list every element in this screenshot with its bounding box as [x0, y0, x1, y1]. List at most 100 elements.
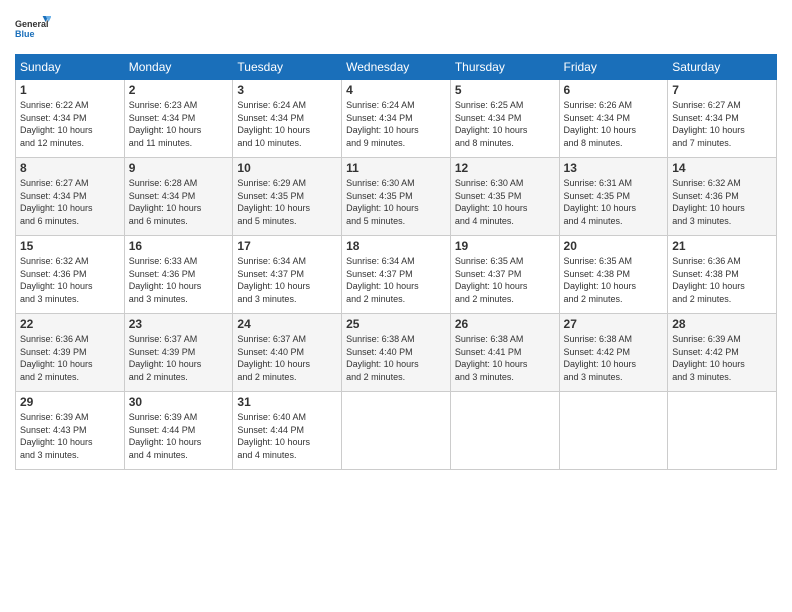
weekday-sunday: Sunday — [16, 55, 125, 80]
day-info: Sunrise: 6:35 AM Sunset: 4:38 PM Dayligh… — [564, 255, 664, 305]
day-cell: 18 Sunrise: 6:34 AM Sunset: 4:37 PM Dayl… — [342, 236, 451, 314]
day-number: 27 — [564, 317, 664, 331]
day-number: 8 — [20, 161, 120, 175]
day-cell: 31 Sunrise: 6:40 AM Sunset: 4:44 PM Dayl… — [233, 392, 342, 470]
week-row-1: 1 Sunrise: 6:22 AM Sunset: 4:34 PM Dayli… — [16, 80, 777, 158]
day-cell: 1 Sunrise: 6:22 AM Sunset: 4:34 PM Dayli… — [16, 80, 125, 158]
day-cell: 22 Sunrise: 6:36 AM Sunset: 4:39 PM Dayl… — [16, 314, 125, 392]
day-number: 12 — [455, 161, 555, 175]
day-cell: 2 Sunrise: 6:23 AM Sunset: 4:34 PM Dayli… — [124, 80, 233, 158]
day-cell: 28 Sunrise: 6:39 AM Sunset: 4:42 PM Dayl… — [668, 314, 777, 392]
day-number: 11 — [346, 161, 446, 175]
logo: General Blue — [15, 10, 51, 46]
day-number: 17 — [237, 239, 337, 253]
weekday-header: SundayMondayTuesdayWednesdayThursdayFrid… — [16, 55, 777, 80]
day-number: 4 — [346, 83, 446, 97]
day-info: Sunrise: 6:36 AM Sunset: 4:39 PM Dayligh… — [20, 333, 120, 383]
day-info: Sunrise: 6:37 AM Sunset: 4:39 PM Dayligh… — [129, 333, 229, 383]
day-number: 7 — [672, 83, 772, 97]
weekday-saturday: Saturday — [668, 55, 777, 80]
day-cell: 11 Sunrise: 6:30 AM Sunset: 4:35 PM Dayl… — [342, 158, 451, 236]
day-info: Sunrise: 6:34 AM Sunset: 4:37 PM Dayligh… — [346, 255, 446, 305]
day-cell: 8 Sunrise: 6:27 AM Sunset: 4:34 PM Dayli… — [16, 158, 125, 236]
day-info: Sunrise: 6:28 AM Sunset: 4:34 PM Dayligh… — [129, 177, 229, 227]
svg-text:General: General — [15, 19, 49, 29]
day-number: 16 — [129, 239, 229, 253]
day-cell: 12 Sunrise: 6:30 AM Sunset: 4:35 PM Dayl… — [450, 158, 559, 236]
day-info: Sunrise: 6:39 AM Sunset: 4:43 PM Dayligh… — [20, 411, 120, 461]
day-cell: 6 Sunrise: 6:26 AM Sunset: 4:34 PM Dayli… — [559, 80, 668, 158]
day-info: Sunrise: 6:38 AM Sunset: 4:42 PM Dayligh… — [564, 333, 664, 383]
day-cell: 16 Sunrise: 6:33 AM Sunset: 4:36 PM Dayl… — [124, 236, 233, 314]
day-info: Sunrise: 6:38 AM Sunset: 4:41 PM Dayligh… — [455, 333, 555, 383]
logo-svg: General Blue — [15, 10, 51, 46]
day-number: 31 — [237, 395, 337, 409]
day-cell: 27 Sunrise: 6:38 AM Sunset: 4:42 PM Dayl… — [559, 314, 668, 392]
day-info: Sunrise: 6:31 AM Sunset: 4:35 PM Dayligh… — [564, 177, 664, 227]
weekday-thursday: Thursday — [450, 55, 559, 80]
day-info: Sunrise: 6:32 AM Sunset: 4:36 PM Dayligh… — [20, 255, 120, 305]
day-number: 23 — [129, 317, 229, 331]
day-info: Sunrise: 6:25 AM Sunset: 4:34 PM Dayligh… — [455, 99, 555, 149]
day-info: Sunrise: 6:24 AM Sunset: 4:34 PM Dayligh… — [346, 99, 446, 149]
weekday-wednesday: Wednesday — [342, 55, 451, 80]
day-info: Sunrise: 6:36 AM Sunset: 4:38 PM Dayligh… — [672, 255, 772, 305]
day-info: Sunrise: 6:40 AM Sunset: 4:44 PM Dayligh… — [237, 411, 337, 461]
calendar-table: SundayMondayTuesdayWednesdayThursdayFrid… — [15, 54, 777, 470]
week-row-2: 8 Sunrise: 6:27 AM Sunset: 4:34 PM Dayli… — [16, 158, 777, 236]
day-cell — [559, 392, 668, 470]
day-number: 1 — [20, 83, 120, 97]
day-cell: 3 Sunrise: 6:24 AM Sunset: 4:34 PM Dayli… — [233, 80, 342, 158]
day-number: 22 — [20, 317, 120, 331]
day-cell: 15 Sunrise: 6:32 AM Sunset: 4:36 PM Dayl… — [16, 236, 125, 314]
day-info: Sunrise: 6:35 AM Sunset: 4:37 PM Dayligh… — [455, 255, 555, 305]
day-cell: 7 Sunrise: 6:27 AM Sunset: 4:34 PM Dayli… — [668, 80, 777, 158]
day-cell: 20 Sunrise: 6:35 AM Sunset: 4:38 PM Dayl… — [559, 236, 668, 314]
day-cell: 17 Sunrise: 6:34 AM Sunset: 4:37 PM Dayl… — [233, 236, 342, 314]
day-number: 13 — [564, 161, 664, 175]
day-number: 26 — [455, 317, 555, 331]
day-info: Sunrise: 6:33 AM Sunset: 4:36 PM Dayligh… — [129, 255, 229, 305]
day-cell: 13 Sunrise: 6:31 AM Sunset: 4:35 PM Dayl… — [559, 158, 668, 236]
week-row-3: 15 Sunrise: 6:32 AM Sunset: 4:36 PM Dayl… — [16, 236, 777, 314]
day-cell — [450, 392, 559, 470]
header: General Blue — [15, 10, 777, 46]
day-info: Sunrise: 6:27 AM Sunset: 4:34 PM Dayligh… — [672, 99, 772, 149]
day-cell — [342, 392, 451, 470]
day-number: 10 — [237, 161, 337, 175]
day-cell: 4 Sunrise: 6:24 AM Sunset: 4:34 PM Dayli… — [342, 80, 451, 158]
day-info: Sunrise: 6:38 AM Sunset: 4:40 PM Dayligh… — [346, 333, 446, 383]
day-number: 6 — [564, 83, 664, 97]
day-cell: 29 Sunrise: 6:39 AM Sunset: 4:43 PM Dayl… — [16, 392, 125, 470]
page: General Blue SundayMondayTuesdayWednesda… — [0, 0, 792, 612]
day-info: Sunrise: 6:26 AM Sunset: 4:34 PM Dayligh… — [564, 99, 664, 149]
day-number: 30 — [129, 395, 229, 409]
day-cell: 26 Sunrise: 6:38 AM Sunset: 4:41 PM Dayl… — [450, 314, 559, 392]
day-info: Sunrise: 6:39 AM Sunset: 4:44 PM Dayligh… — [129, 411, 229, 461]
day-info: Sunrise: 6:30 AM Sunset: 4:35 PM Dayligh… — [455, 177, 555, 227]
day-info: Sunrise: 6:32 AM Sunset: 4:36 PM Dayligh… — [672, 177, 772, 227]
day-number: 18 — [346, 239, 446, 253]
day-cell: 21 Sunrise: 6:36 AM Sunset: 4:38 PM Dayl… — [668, 236, 777, 314]
day-number: 29 — [20, 395, 120, 409]
day-info: Sunrise: 6:27 AM Sunset: 4:34 PM Dayligh… — [20, 177, 120, 227]
day-info: Sunrise: 6:23 AM Sunset: 4:34 PM Dayligh… — [129, 99, 229, 149]
day-number: 14 — [672, 161, 772, 175]
day-cell: 25 Sunrise: 6:38 AM Sunset: 4:40 PM Dayl… — [342, 314, 451, 392]
day-cell: 10 Sunrise: 6:29 AM Sunset: 4:35 PM Dayl… — [233, 158, 342, 236]
day-info: Sunrise: 6:24 AM Sunset: 4:34 PM Dayligh… — [237, 99, 337, 149]
day-cell: 24 Sunrise: 6:37 AM Sunset: 4:40 PM Dayl… — [233, 314, 342, 392]
day-number: 2 — [129, 83, 229, 97]
day-info: Sunrise: 6:30 AM Sunset: 4:35 PM Dayligh… — [346, 177, 446, 227]
weekday-tuesday: Tuesday — [233, 55, 342, 80]
day-number: 25 — [346, 317, 446, 331]
day-number: 24 — [237, 317, 337, 331]
day-cell: 9 Sunrise: 6:28 AM Sunset: 4:34 PM Dayli… — [124, 158, 233, 236]
week-row-4: 22 Sunrise: 6:36 AM Sunset: 4:39 PM Dayl… — [16, 314, 777, 392]
day-number: 9 — [129, 161, 229, 175]
svg-text:Blue: Blue — [15, 29, 35, 39]
day-cell — [668, 392, 777, 470]
day-info: Sunrise: 6:37 AM Sunset: 4:40 PM Dayligh… — [237, 333, 337, 383]
day-info: Sunrise: 6:29 AM Sunset: 4:35 PM Dayligh… — [237, 177, 337, 227]
day-number: 21 — [672, 239, 772, 253]
